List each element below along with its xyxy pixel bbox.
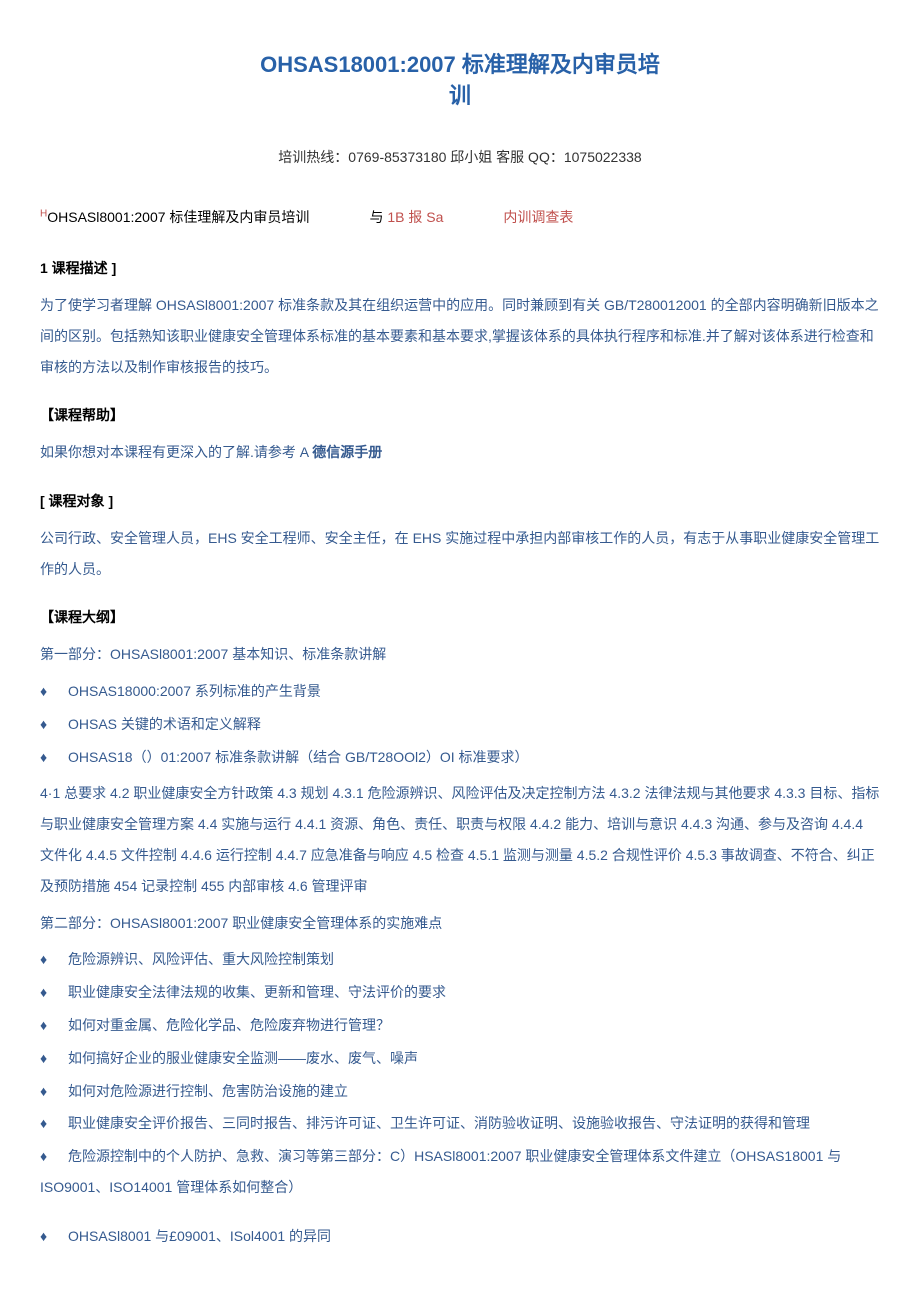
list-item: 如何对重金属、危险化学品、危险废弃物进行管理？	[40, 1010, 880, 1041]
list-item: OHSAS18（）01:2007 标准条款讲解（结合 GB/T28OOl2）OI…	[40, 742, 880, 773]
part3-list: OHSASl8001 与£09001、ISol4001 的异同	[40, 1221, 880, 1252]
audience-para: 公司行政、安全管理人员，EHS 安全工程师、安全主任，在 EHS 实施过程中承担…	[40, 523, 880, 585]
title-line2: 训	[449, 83, 471, 108]
section-help-label: 【课程帮助】	[40, 400, 880, 431]
hotline: 培训热线：0769-85373180 邱小姐 客服 QQ：1075022338	[40, 142, 880, 173]
part2-list: 危险源辨识、风险评估、重大风险控制策划 职业健康安全法律法规的收集、更新和管理、…	[40, 944, 880, 1202]
help-link[interactable]: 德信源手册	[312, 444, 382, 460]
list-item: 如何搞好企业的服业健康安全监测——废水、废气、噪声	[40, 1043, 880, 1074]
list-item: 危险源辨识、风险评估、重大风险控制策划	[40, 944, 880, 975]
list-item: 危险源控制中的个人防护、急救、演习等第三部分：C）HSASl8001:2007 …	[40, 1141, 880, 1203]
list-item: OHSAS18000:2007 系列标准的产生背景	[40, 676, 880, 707]
toprow-mid: 与 1B 报 Sa	[369, 202, 443, 233]
list-item: OHSASl8001 与£09001、ISol4001 的异同	[40, 1221, 880, 1252]
part1-title: 第一部分：OHSASl8001:2007 基本知识、标准条款讲解	[40, 639, 880, 670]
list-item: 如何对危险源进行控制、危害防治设施的建立	[40, 1076, 880, 1107]
part1-detail: 4·1 总要求 4.2 职业健康安全方针政策 4.3 规划 4.3.1 危险源辨…	[40, 778, 880, 901]
section-audience-label: [ 课程对象 ]	[40, 486, 880, 517]
list-item: 职业健康安全评价报告、三同时报告、排污许可证、卫生许可证、消防验收证明、设施验收…	[40, 1108, 880, 1139]
page-title: OHSAS18001:2007 标准理解及内审员培 训	[40, 50, 880, 112]
list-item: 职业健康安全法律法规的收集、更新和管理、守法评价的要求	[40, 977, 880, 1008]
help-para: 如果你想对本课程有更深入的了解.请参考 A 德信源手册	[40, 437, 880, 468]
top-row: HOHSASl8001:2007 标佳理解及内审员培训 与 1B 报 Sa 内训…	[40, 202, 880, 233]
list-item: OHSAS 关键的术语和定义解释	[40, 709, 880, 740]
section-outline-label: 【课程大纲】	[40, 602, 880, 633]
toprow-right: 内训调查表	[503, 202, 573, 233]
desc-para: 为了使学习者理解 OHSASl8001:2007 标准条款及其在组织运营中的应用…	[40, 290, 880, 382]
toprow-left: HOHSASl8001:2007 标佳理解及内审员培训	[40, 202, 309, 233]
section-desc-label: 1 课程描述 ]	[40, 253, 880, 284]
part2-title: 第二部分：OHSASl8001:2007 职业健康安全管理体系的实施难点	[40, 908, 880, 939]
part1-list: OHSAS18000:2007 系列标准的产生背景 OHSAS 关键的术语和定义…	[40, 676, 880, 772]
title-line1: OHSAS18001:2007 标准理解及内审员培	[260, 52, 660, 77]
